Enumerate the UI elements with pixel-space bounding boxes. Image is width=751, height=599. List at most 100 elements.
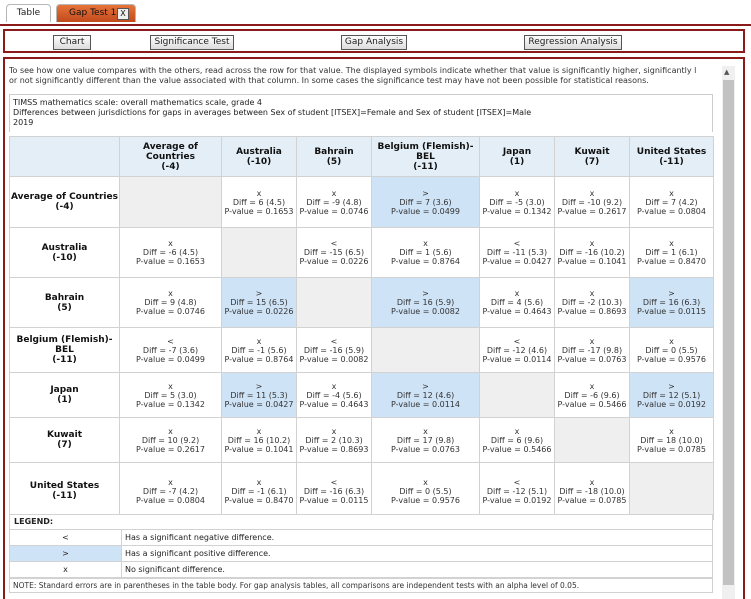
difference-value: Diff = -12 (4.6): [486, 345, 548, 355]
vertical-scrollbar[interactable]: ▲: [722, 66, 735, 599]
row-header: Bahrain (5): [9, 277, 120, 328]
column-header-value: (-11): [413, 161, 438, 172]
comparison-cell: > Diff = 16 (5.9) P-value = 0.0082: [371, 277, 480, 328]
comparison-cell: > Diff = 11 (5.3) P-value = 0.0427: [221, 372, 297, 418]
p-value: P-value = 0.0804: [136, 495, 205, 505]
table-row: Australia (-10) x Diff = -6 (4.5) P-value = …: [9, 227, 714, 278]
p-value: P-value = 0.5466: [557, 399, 627, 409]
significance-symbol: x: [168, 477, 173, 487]
comparison-cell: x Diff = 16 (10.2) P-value = 0.1041: [221, 417, 297, 463]
significance-symbol: <: [330, 477, 338, 487]
row-header: Kuwait (7): [9, 417, 120, 463]
table-corner: [9, 136, 120, 177]
significance-symbol: >: [668, 289, 675, 298]
row-header-name: United States: [29, 481, 100, 491]
comparison-cell: x Diff = -16 (10.2) P-value = 0.1041: [554, 227, 630, 278]
significance-symbol: x: [168, 381, 173, 391]
significance-symbol: >: [422, 289, 429, 298]
significance-test-button[interactable]: Significance Test: [150, 35, 234, 50]
empty-diagonal-cell: [629, 462, 714, 520]
comparison-cell: x Diff = 17 (9.8) P-value = 0.0763: [371, 417, 480, 463]
significance-symbol: x: [168, 289, 173, 298]
difference-value: Diff = 12 (4.6): [396, 390, 455, 400]
column-header-value: (-4): [161, 161, 180, 172]
p-value: P-value = 0.0746: [299, 206, 369, 216]
chart-button[interactable]: Chart: [53, 35, 91, 50]
p-value: P-value = 0.0427: [482, 257, 552, 266]
row-header-name: Kuwait: [47, 430, 82, 440]
difference-value: Diff = -15 (6.5): [303, 248, 365, 257]
column-header: Bahrain (5): [296, 136, 372, 177]
close-tab-icon[interactable]: X: [117, 8, 129, 20]
difference-value: Diff = -18 (10.0): [559, 486, 625, 496]
significance-symbol: x: [589, 477, 595, 487]
significance-symbol: x: [331, 381, 337, 391]
comparison-cell: x Diff = 2 (10.3) P-value = 0.8693: [296, 417, 372, 463]
p-value: P-value = 0.0499: [391, 206, 460, 216]
comparison-cell: x Diff = 1 (6.1) P-value = 0.8470: [629, 227, 714, 278]
significance-symbol: x: [669, 336, 674, 346]
p-value: P-value = 0.9576: [391, 495, 460, 505]
significance-symbol: <: [330, 239, 338, 248]
p-value: P-value = 0.0115: [637, 307, 706, 316]
table-row: Belgium (Flemish)-BEL (-11) < Diff = -7 (3.…: [9, 327, 714, 373]
difference-value: Diff = 7 (4.2): [645, 197, 698, 207]
significance-symbol: x: [331, 188, 337, 198]
table-row: Kuwait (7) x Diff = 10 (9.2) P-value = 0.261…: [9, 417, 714, 463]
comparison-cell: x Diff = -9 (4.8) P-value = 0.0746: [296, 176, 372, 228]
comparison-cell: > Diff = 16 (6.3) P-value = 0.0115: [629, 277, 714, 328]
column-header-name: United States: [636, 146, 707, 157]
legend-table: < Has a significant negative difference. >…: [9, 529, 713, 578]
empty-diagonal-cell: [554, 417, 630, 463]
p-value: P-value = 0.0115: [299, 495, 369, 505]
difference-value: Diff = 2 (10.3): [305, 435, 363, 445]
p-value: P-value = 0.8764: [391, 257, 460, 266]
regression-analysis-button[interactable]: Regression Analysis: [524, 35, 622, 50]
empty-diagonal-cell: [296, 277, 372, 328]
column-header-name: Japan: [502, 146, 532, 157]
p-value: P-value = 0.8470: [637, 257, 706, 266]
comparison-cell: x Diff = -4 (5.6) P-value = 0.4643: [296, 372, 372, 418]
significance-symbol: x: [514, 426, 520, 436]
scrollbar-thumb[interactable]: [723, 80, 734, 585]
significance-symbol: x: [423, 477, 428, 487]
comparison-cell: < Diff = -7 (3.6) P-value = 0.0499: [119, 327, 222, 373]
scroll-up-icon[interactable]: ▲: [724, 68, 729, 76]
difference-value: Diff = 16 (5.9): [396, 298, 455, 307]
difference-value: Diff = -16 (6.3): [303, 486, 365, 496]
significance-symbol: x: [168, 239, 173, 248]
p-value: P-value = 0.0499: [136, 354, 205, 364]
significance-symbol: x: [589, 336, 595, 346]
difference-value: Diff = -17 (9.8): [561, 345, 623, 355]
comparison-cell: x Diff = -18 (10.0) P-value = 0.0785: [554, 462, 630, 520]
comparison-cell: x Diff = -6 (4.5) P-value = 0.1653: [119, 227, 222, 278]
p-value: P-value = 0.0785: [637, 444, 706, 454]
comparison-cell: < Diff = -12 (5.1) P-value = 0.0192: [479, 462, 555, 520]
scale-title: TIMSS mathematics scale: overall mathema…: [13, 98, 263, 107]
comparison-cell: x Diff = -2 (10.3) P-value = 0.8693: [554, 277, 630, 328]
significance-symbol: x: [256, 426, 262, 436]
significance-symbol: <: [513, 239, 521, 248]
difference-value: Diff = -11 (5.3): [486, 248, 548, 257]
p-value: P-value = 0.0746: [136, 307, 205, 316]
gap-analysis-button[interactable]: Gap Analysis: [341, 35, 407, 50]
tab-gap-test-1[interactable]: Gap Test 1 X: [56, 4, 136, 22]
tab-table[interactable]: Table: [6, 4, 51, 22]
difference-value: Diff = 1 (5.6): [399, 248, 452, 257]
difference-value: Diff = 11 (5.3): [230, 390, 288, 400]
table-header-info: TIMSS mathematics scale: overall mathema…: [9, 94, 713, 132]
p-value: P-value = 0.8693: [557, 307, 627, 316]
row-header-name: Belgium (Flemish)-BEL: [16, 335, 113, 355]
table-row: Japan (1) x Diff = 5 (3.0) P-value = 0.1342 >…: [9, 372, 714, 418]
significance-symbol: x: [423, 426, 428, 436]
comparison-cell: x Diff = -7 (4.2) P-value = 0.0804: [119, 462, 222, 520]
empty-diagonal-cell: [479, 372, 555, 418]
empty-diagonal-cell: [371, 327, 480, 373]
significance-symbol: x: [589, 188, 595, 198]
p-value: P-value = 0.9576: [637, 354, 706, 364]
difference-value: Diff = 4 (5.6): [490, 298, 544, 307]
comparison-cell: x Diff = 4 (5.6) P-value = 0.4643: [479, 277, 555, 328]
legend-symbol: <: [9, 529, 122, 546]
year-label: 2019: [13, 118, 34, 127]
column-header-name: Belgium (Flemish)-BEL: [377, 141, 474, 162]
